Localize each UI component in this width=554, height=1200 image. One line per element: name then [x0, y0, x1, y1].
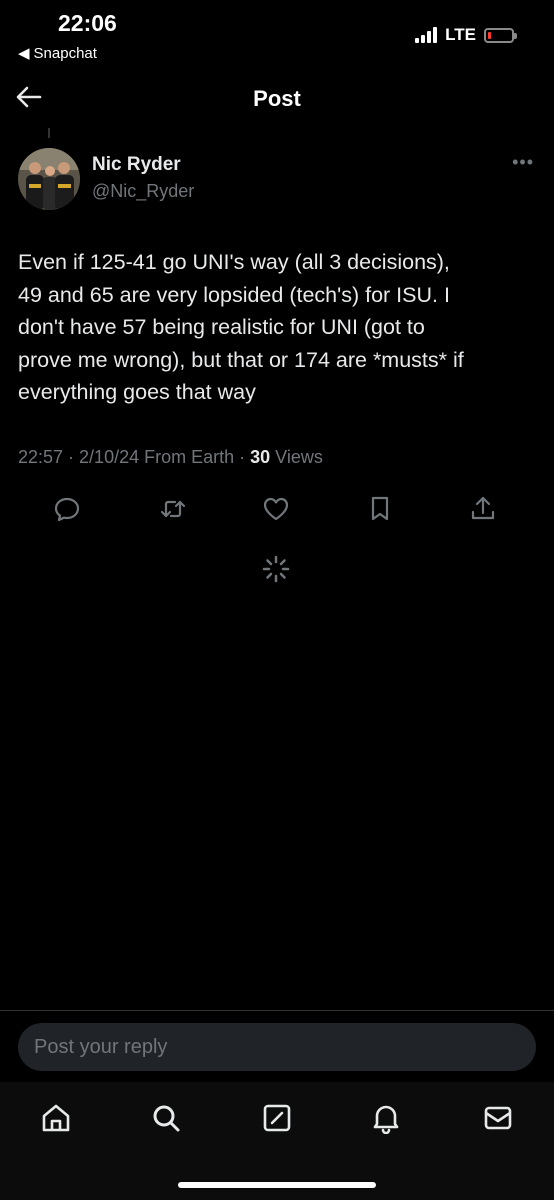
more-options-icon[interactable]: ••• — [512, 152, 534, 173]
post-meta: 22:57 · 2/10/24 From Earth · 30 Views — [18, 447, 323, 468]
bookmark-icon[interactable] — [365, 494, 395, 524]
notifications-icon[interactable] — [370, 1102, 402, 1134]
page-title: Post — [253, 86, 301, 111]
thread-connector — [48, 128, 50, 138]
like-icon[interactable] — [261, 494, 291, 524]
avatar[interactable] — [18, 148, 80, 210]
status-time: 22:06 — [58, 10, 117, 36]
views-count[interactable]: 30 — [250, 447, 270, 467]
back-triangle-icon: ◀ — [18, 45, 30, 62]
author-handle[interactable]: @Nic_Ryder — [92, 181, 194, 202]
top-header: Post — [0, 68, 554, 128]
home-indicator[interactable] — [178, 1182, 376, 1188]
search-icon[interactable] — [150, 1102, 182, 1134]
author-name[interactable]: Nic Ryder — [92, 154, 181, 176]
compose-icon[interactable] — [261, 1102, 293, 1134]
cellular-signal-icon — [415, 27, 438, 43]
reply-input[interactable]: Post your reply — [18, 1023, 536, 1071]
home-icon[interactable] — [40, 1102, 72, 1134]
battery-level — [488, 31, 491, 39]
repost-icon[interactable] — [158, 494, 188, 524]
back-to-app-link[interactable]: ◀ Snapchat — [18, 44, 97, 63]
status-indicators: LTE — [415, 25, 517, 45]
post-actions — [0, 494, 554, 524]
battery-icon — [484, 27, 517, 43]
back-app-label: Snapchat — [33, 44, 97, 62]
post-timestamp: 22:57 · 2/10/24 From Earth · — [18, 447, 251, 467]
network-type: LTE — [445, 25, 476, 44]
share-icon[interactable] — [468, 494, 498, 524]
reply-placeholder: Post your reply — [34, 1036, 168, 1058]
divider — [0, 1010, 554, 1011]
loading-spinner-icon — [262, 555, 290, 583]
views-label: Views — [270, 447, 323, 467]
reply-icon[interactable] — [52, 494, 82, 524]
post-text: Even if 125-41 go UNI's way (all 3 decis… — [18, 250, 464, 404]
messages-icon[interactable] — [482, 1102, 514, 1134]
